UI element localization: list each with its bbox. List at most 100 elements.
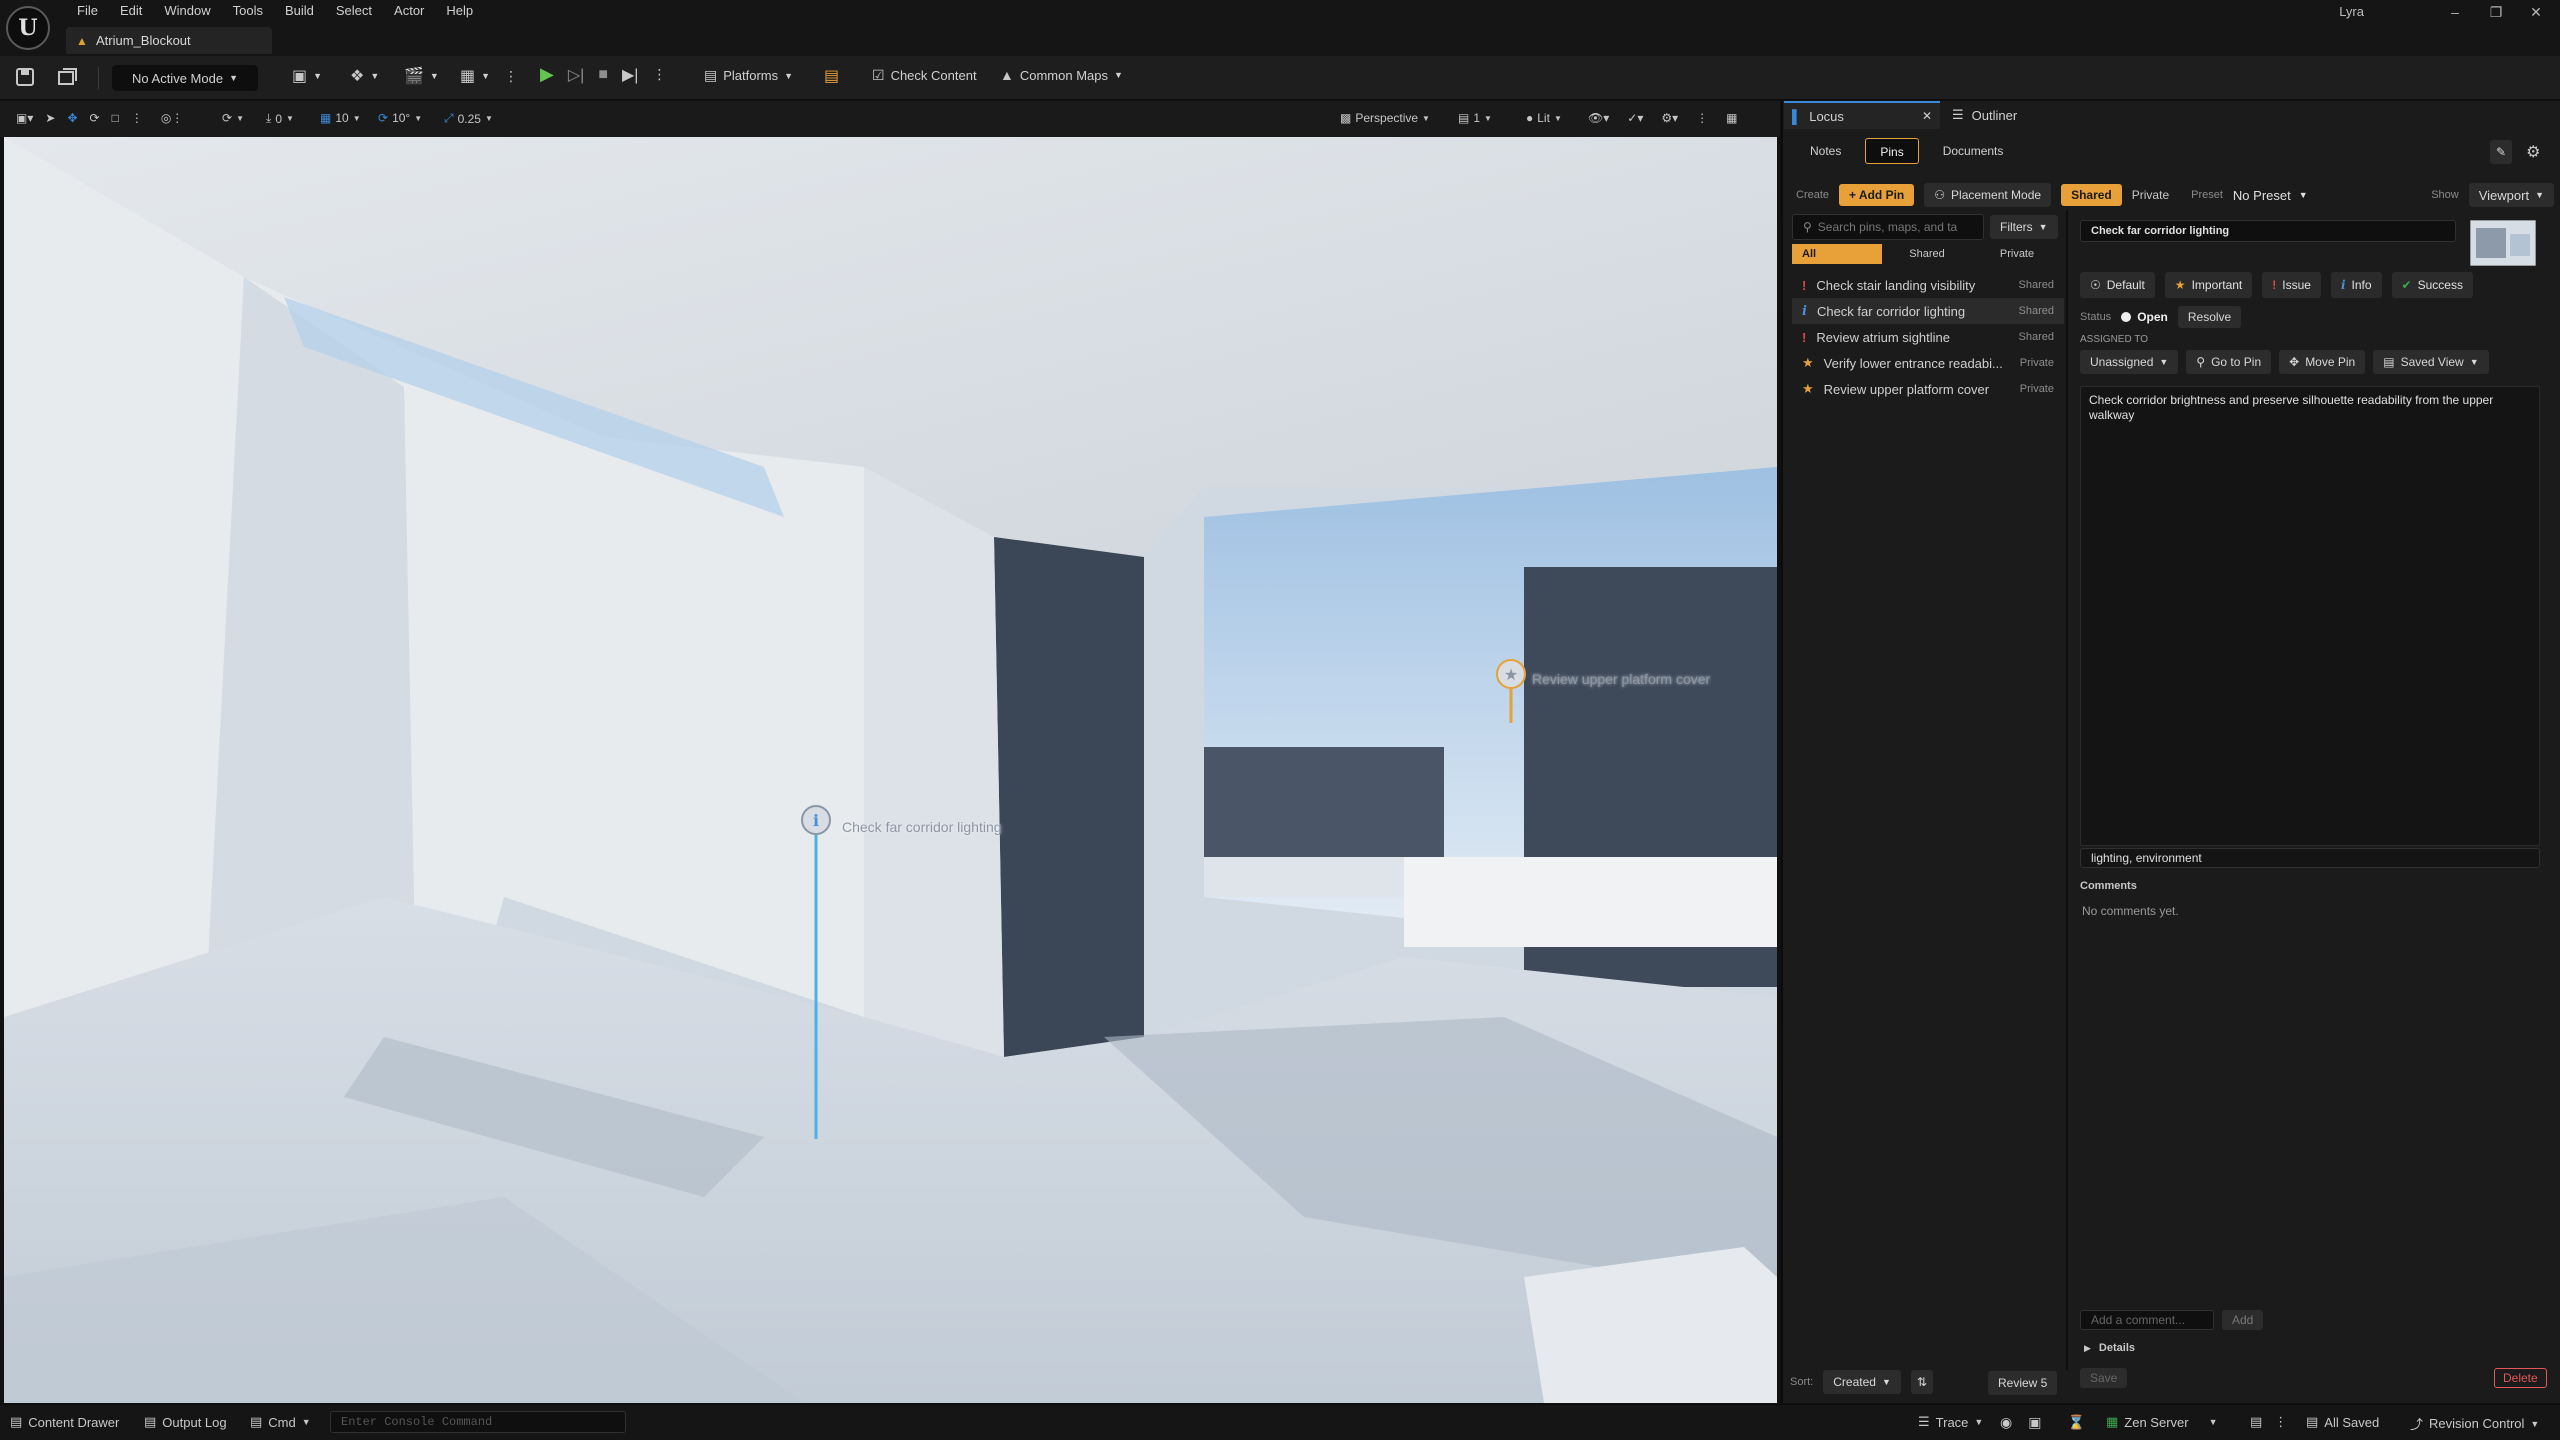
cinematics-button[interactable]: 🎬 ▼ bbox=[404, 66, 439, 86]
check-content-button[interactable]: ☑ Check Content bbox=[872, 67, 977, 84]
review-button[interactable]: Review 5 bbox=[1988, 1371, 2058, 1395]
type-important-button[interactable]: ★ Important bbox=[2164, 272, 2253, 298]
menu-select[interactable]: Select bbox=[325, 0, 383, 22]
tab-outliner[interactable]: ☰ Outliner bbox=[1948, 101, 2068, 129]
info-pin-marker[interactable]: i bbox=[799, 803, 833, 1143]
resolve-button[interactable]: Resolve bbox=[2177, 306, 2242, 328]
camera-speed-dropdown[interactable]: ▤ 1 ▼ bbox=[1458, 111, 1492, 125]
trace-dropdown[interactable]: ☰ Trace ▼ bbox=[1918, 1414, 1983, 1430]
scale-snap-toggle[interactable]: ⤢ 0.25 ▼ bbox=[444, 111, 493, 126]
close-window-icon[interactable]: ✕ bbox=[2516, 0, 2556, 24]
panel-splitter[interactable] bbox=[2066, 210, 2068, 1370]
eraser-icon[interactable]: ✎ bbox=[2490, 140, 2513, 164]
preset-dropdown[interactable]: No Preset ▼ bbox=[2233, 188, 2308, 203]
angle-snap-toggle[interactable]: ⟳ ▼ bbox=[222, 111, 244, 125]
stats-icon[interactable]: ▤ bbox=[2250, 1414, 2262, 1430]
sort-direction-icon[interactable]: ⇅ bbox=[1910, 1370, 1933, 1394]
move-icon[interactable]: ✥ bbox=[67, 111, 77, 125]
list-item[interactable]: i Check far corridor lighting Shared bbox=[1792, 298, 2064, 324]
performance-icon[interactable]: ✓▾ bbox=[1627, 111, 1643, 125]
world-local-icon[interactable]: ◎⋮ bbox=[161, 111, 183, 125]
record-icon[interactable]: ◉ bbox=[2000, 1414, 2012, 1431]
view-mode-dropdown[interactable]: ▩ Perspective ▼ bbox=[1340, 111, 1430, 125]
zen-server-dropdown[interactable]: ▦ Zen Server ▼ bbox=[2106, 1414, 2218, 1430]
hourglass-icon[interactable]: ⌛ bbox=[2067, 1414, 2084, 1431]
type-issue-button[interactable]: ! Issue bbox=[2262, 272, 2321, 298]
important-pin-marker[interactable]: ★ bbox=[1494, 657, 1528, 727]
filters-dropdown[interactable]: Filters ▼ bbox=[1990, 215, 2058, 239]
lighting-mode-dropdown[interactable]: ● Lit ▼ bbox=[1526, 111, 1562, 125]
panel-settings-icon[interactable]: ⚙ bbox=[2526, 142, 2540, 162]
grid-snap-toggle[interactable]: ▦ 10 ▼ bbox=[320, 111, 361, 125]
filter-private[interactable]: Private bbox=[1972, 248, 2062, 260]
list-item[interactable]: ! Check stair landing visibility Shared bbox=[1792, 272, 2064, 298]
description-field[interactable]: Check corridor brightness and preserve s… bbox=[2080, 386, 2540, 846]
play-options-icon[interactable]: ⋮ bbox=[652, 66, 666, 83]
sort-dropdown[interactable]: Created ▼ bbox=[1823, 1370, 1901, 1394]
simulate-icon[interactable]: ▶| bbox=[622, 65, 638, 85]
filter-shared[interactable]: Shared bbox=[1882, 248, 1972, 260]
menu-build[interactable]: Build bbox=[274, 0, 325, 22]
blueprint-button[interactable]: ❖ ▼ bbox=[350, 66, 379, 86]
add-comment-button[interactable]: Add bbox=[2222, 1310, 2264, 1330]
visibility-shared-button[interactable]: Shared bbox=[2061, 184, 2122, 206]
level-tab[interactable]: ▲ Atrium_Blockout bbox=[66, 27, 272, 54]
layout-icon[interactable]: ▦ bbox=[1726, 111, 1737, 125]
placement-mode-button[interactable]: ⚇ Placement Mode bbox=[1924, 183, 2052, 207]
subtab-pins[interactable]: Pins bbox=[1865, 138, 1919, 164]
content-drawer-button[interactable]: ▤ Content Drawer bbox=[10, 1414, 119, 1430]
subtab-documents[interactable]: Documents bbox=[1929, 138, 2018, 164]
menu-edit[interactable]: Edit bbox=[109, 0, 153, 22]
select-icon[interactable]: ➤ bbox=[45, 111, 55, 125]
rotate-icon[interactable]: ⟳ bbox=[90, 111, 100, 125]
add-pin-button[interactable]: + Add Pin bbox=[1839, 184, 1915, 206]
saved-view-dropdown[interactable]: ▤ Saved View ▼ bbox=[2373, 350, 2489, 374]
list-item[interactable]: ★ Review upper platform cover Private bbox=[1792, 376, 2064, 402]
menu-actor[interactable]: Actor bbox=[383, 0, 435, 22]
show-flags-icon[interactable]: 👁▾ bbox=[1588, 111, 1609, 125]
step-icon[interactable]: ▷| bbox=[568, 65, 584, 85]
type-default-button[interactable]: ☉ Default bbox=[2080, 272, 2155, 298]
pin-thumbnail[interactable] bbox=[2470, 220, 2536, 266]
surface-snap-toggle[interactable]: ⤓ 0 ▼ bbox=[266, 111, 294, 126]
subtab-notes[interactable]: Notes bbox=[1796, 138, 1855, 164]
pin-search-input[interactable]: ⚲ Search pins, maps, and ta bbox=[1792, 214, 1984, 240]
platforms-button[interactable]: ▤ Platforms ▼ bbox=[704, 67, 793, 84]
status-more-icon[interactable]: ⋮ bbox=[2274, 1414, 2287, 1430]
save-icon[interactable] bbox=[16, 68, 34, 86]
cmd-dropdown[interactable]: ▤ Cmd ▼ bbox=[250, 1414, 311, 1430]
status-open-radio[interactable]: Open bbox=[2121, 310, 2168, 324]
type-success-button[interactable]: ✔ Success bbox=[2391, 272, 2473, 298]
pin-title-field[interactable]: Check far corridor lighting bbox=[2080, 220, 2456, 242]
comment-input[interactable]: Add a comment... bbox=[2080, 1310, 2214, 1330]
settings-icon[interactable]: ⚙▾ bbox=[1661, 111, 1678, 125]
type-info-button[interactable]: i Info bbox=[2330, 272, 2382, 298]
launch-icon[interactable]: ▤ bbox=[824, 66, 839, 86]
screenshot-icon[interactable]: ▣ bbox=[2028, 1414, 2041, 1431]
save-button[interactable]: Save bbox=[2080, 1368, 2128, 1388]
assignee-dropdown[interactable]: Unassigned ▼ bbox=[2080, 350, 2179, 374]
modes-button[interactable]: ▦ ▼ ⋮ bbox=[460, 66, 518, 86]
visibility-private-button[interactable]: Private bbox=[2132, 188, 2169, 202]
revision-control-dropdown[interactable]: ⤴ Revision Control ▼ bbox=[2410, 1414, 2539, 1433]
level-viewport[interactable]: i Check far corridor lighting ★ Review u… bbox=[4, 137, 1777, 1403]
rotation-snap-toggle[interactable]: ⟳ 10° ▼ bbox=[378, 111, 422, 125]
stop-icon[interactable]: ■ bbox=[598, 66, 608, 84]
scale-icon[interactable]: □ bbox=[112, 111, 119, 125]
menu-help[interactable]: Help bbox=[435, 0, 484, 22]
tags-field[interactable]: lighting, environment bbox=[2080, 848, 2540, 868]
output-log-button[interactable]: ▤ Output Log bbox=[144, 1414, 227, 1430]
unreal-logo-icon[interactable]: U bbox=[6, 6, 50, 50]
vp-more-icon[interactable]: ⋮ bbox=[131, 111, 143, 125]
details-expander[interactable]: ▶ Details bbox=[2084, 1342, 2135, 1354]
move-pin-button[interactable]: ✥ Move Pin bbox=[2279, 350, 2366, 374]
show-dropdown[interactable]: Viewport ▼ bbox=[2468, 183, 2554, 207]
menu-window[interactable]: Window bbox=[153, 0, 221, 22]
tab-locus[interactable]: ▌ Locus ✕ bbox=[1784, 101, 1940, 129]
list-item[interactable]: ★ Verify lower entrance readabi... Priva… bbox=[1792, 350, 2064, 376]
filter-all[interactable]: All bbox=[1792, 244, 1882, 264]
selection-mode-icon[interactable]: ▣▾ bbox=[16, 111, 33, 125]
restore-icon[interactable]: ❐ bbox=[2476, 0, 2516, 24]
minimize-icon[interactable]: – bbox=[2435, 0, 2475, 24]
menu-tools[interactable]: Tools bbox=[222, 0, 274, 22]
